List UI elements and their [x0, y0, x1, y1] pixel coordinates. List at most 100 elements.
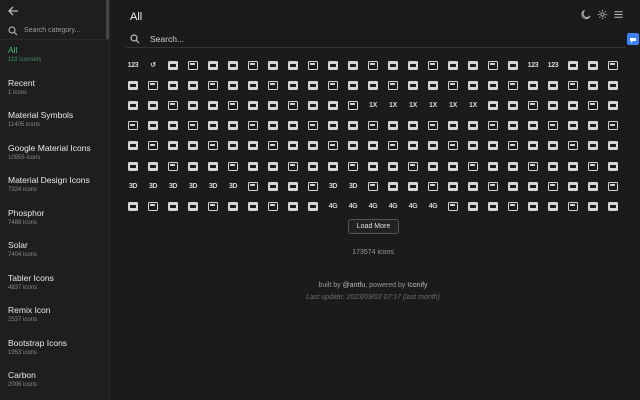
- icon-tile[interactable]: [403, 136, 423, 156]
- icon-tile[interactable]: [443, 55, 463, 75]
- icon-tile[interactable]: [543, 176, 563, 196]
- icon-tile[interactable]: [123, 95, 143, 115]
- icon-tile[interactable]: [403, 116, 423, 136]
- icon-tile[interactable]: [503, 176, 523, 196]
- icon-search[interactable]: Search...: [126, 30, 626, 48]
- icon-tile[interactable]: [303, 196, 323, 216]
- icon-tile[interactable]: [603, 196, 623, 216]
- icon-tile[interactable]: [423, 176, 443, 196]
- icon-tile[interactable]: 3D: [323, 176, 343, 196]
- icon-tile[interactable]: [463, 196, 483, 216]
- sidebar-item-carbon[interactable]: Carbon 2006 icons: [8, 370, 106, 390]
- icon-tile[interactable]: [503, 75, 523, 95]
- icon-tile[interactable]: 1X: [423, 95, 443, 115]
- icon-tile[interactable]: [303, 136, 323, 156]
- icon-tile[interactable]: [563, 116, 583, 136]
- icon-tile[interactable]: [203, 156, 223, 176]
- icon-tile[interactable]: [283, 116, 303, 136]
- icon-tile[interactable]: [503, 136, 523, 156]
- icon-tile[interactable]: [483, 55, 503, 75]
- icon-tile[interactable]: [123, 156, 143, 176]
- icon-tile[interactable]: [263, 95, 283, 115]
- icon-tile[interactable]: [123, 136, 143, 156]
- icon-tile[interactable]: [203, 116, 223, 136]
- icon-tile[interactable]: [283, 55, 303, 75]
- icon-tile[interactable]: [463, 55, 483, 75]
- icon-tile[interactable]: [503, 95, 523, 115]
- icon-tile[interactable]: [263, 196, 283, 216]
- icon-tile[interactable]: [303, 55, 323, 75]
- menu-icon[interactable]: [613, 9, 624, 20]
- icon-tile[interactable]: [323, 95, 343, 115]
- sidebar-item-remix-icon[interactable]: Remix Icon 2537 icons: [8, 305, 106, 325]
- icon-tile[interactable]: [123, 196, 143, 216]
- icon-tile[interactable]: [283, 176, 303, 196]
- icon-tile[interactable]: [243, 176, 263, 196]
- icon-tile[interactable]: [283, 95, 303, 115]
- icon-tile[interactable]: [323, 156, 343, 176]
- icon-tile[interactable]: [163, 136, 183, 156]
- icon-tile[interactable]: [563, 156, 583, 176]
- icon-tile[interactable]: [383, 156, 403, 176]
- icon-tile[interactable]: 3D: [163, 176, 183, 196]
- icon-tile[interactable]: [423, 136, 443, 156]
- icon-tile[interactable]: 3D: [343, 176, 363, 196]
- icon-tile[interactable]: [523, 176, 543, 196]
- icon-tile[interactable]: [223, 95, 243, 115]
- icon-tile[interactable]: [543, 116, 563, 136]
- icon-tile[interactable]: 4G: [383, 196, 403, 216]
- icon-tile[interactable]: [443, 196, 463, 216]
- icon-tile[interactable]: [203, 196, 223, 216]
- icon-tile[interactable]: [303, 75, 323, 95]
- icon-tile[interactable]: [143, 95, 163, 115]
- icon-tile[interactable]: [123, 75, 143, 95]
- icon-tile[interactable]: [583, 75, 603, 95]
- back-arrow-icon[interactable]: [6, 4, 20, 18]
- icon-tile[interactable]: [363, 136, 383, 156]
- icon-tile[interactable]: [383, 55, 403, 75]
- icon-tile[interactable]: [543, 136, 563, 156]
- sidebar-item-phosphor[interactable]: Phosphor 7488 icons: [8, 208, 106, 228]
- sidebar-item-material-symbols[interactable]: Material Symbols 11405 icons: [8, 110, 106, 130]
- icon-tile[interactable]: [223, 75, 243, 95]
- icon-tile[interactable]: [563, 136, 583, 156]
- icon-tile[interactable]: [543, 156, 563, 176]
- moon-icon[interactable]: [581, 9, 592, 20]
- icon-tile[interactable]: [423, 156, 443, 176]
- icon-tile[interactable]: 3D: [223, 176, 243, 196]
- icon-tile[interactable]: [503, 55, 523, 75]
- icon-tile[interactable]: [603, 75, 623, 95]
- icon-tile[interactable]: [363, 176, 383, 196]
- icon-tile[interactable]: [543, 75, 563, 95]
- icon-tile[interactable]: [383, 116, 403, 136]
- icon-tile[interactable]: 1X: [443, 95, 463, 115]
- icon-tile[interactable]: 4G: [423, 196, 443, 216]
- icon-tile[interactable]: [243, 55, 263, 75]
- icon-tile[interactable]: [563, 176, 583, 196]
- icon-tile[interactable]: [143, 116, 163, 136]
- load-more-button[interactable]: Load More: [348, 219, 399, 234]
- icon-tile[interactable]: [143, 156, 163, 176]
- icon-tile[interactable]: [563, 75, 583, 95]
- icon-tile[interactable]: [403, 156, 423, 176]
- icon-tile[interactable]: 4G: [323, 196, 343, 216]
- icon-tile[interactable]: [343, 136, 363, 156]
- sidebar-item-bootstrap-icons[interactable]: Bootstrap Icons 1953 icons: [8, 338, 106, 358]
- icon-tile[interactable]: [423, 75, 443, 95]
- icon-tile[interactable]: 1X: [383, 95, 403, 115]
- icon-tile[interactable]: [523, 116, 543, 136]
- icon-tile[interactable]: [583, 116, 603, 136]
- sidebar-item-all[interactable]: All 118 iconsets: [8, 45, 106, 65]
- iconify-link[interactable]: Iconify: [407, 282, 427, 289]
- icon-tile[interactable]: [403, 55, 423, 75]
- icon-tile[interactable]: [443, 156, 463, 176]
- icon-tile[interactable]: [483, 95, 503, 115]
- icon-tile[interactable]: [463, 156, 483, 176]
- icon-tile[interactable]: [223, 116, 243, 136]
- icon-tile[interactable]: [563, 55, 583, 75]
- icon-tile[interactable]: [163, 116, 183, 136]
- icon-tile[interactable]: [363, 55, 383, 75]
- icon-tile[interactable]: [463, 116, 483, 136]
- icon-tile[interactable]: [263, 75, 283, 95]
- icon-tile[interactable]: [323, 116, 343, 136]
